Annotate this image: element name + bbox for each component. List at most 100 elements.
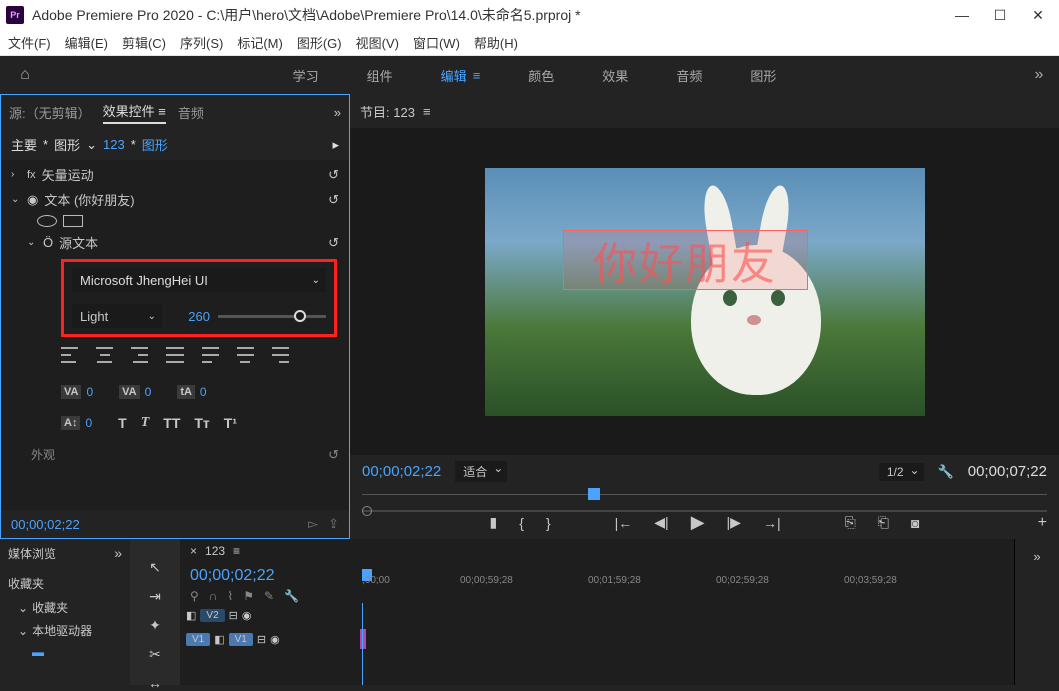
menu-window[interactable]: 窗口(W) xyxy=(413,33,460,52)
font-size-slider[interactable] xyxy=(218,315,326,318)
source-v1-label[interactable]: V1 xyxy=(186,633,210,646)
kerning-value[interactable]: 0 xyxy=(145,385,152,399)
track-v1-label[interactable]: V1 xyxy=(229,633,253,646)
program-scrubber[interactable] xyxy=(362,488,1047,502)
program-canvas[interactable]: 你好朋友 xyxy=(485,168,925,416)
snap-icon[interactable]: ⚲ xyxy=(190,589,199,603)
align-justify-last-right-button[interactable] xyxy=(272,347,289,363)
extract-button[interactable]: ⎗ xyxy=(878,514,889,531)
step-back-button[interactable]: ◀| xyxy=(654,514,668,531)
align-justify-button[interactable] xyxy=(166,347,183,363)
menu-edit[interactable]: 编辑(E) xyxy=(65,33,108,52)
allcaps-button[interactable]: TT xyxy=(163,415,180,431)
marker-icon[interactable]: ⚑ xyxy=(243,589,254,603)
button-editor[interactable]: + xyxy=(1038,514,1047,532)
menu-clip[interactable]: 剪辑(C) xyxy=(122,33,166,52)
twirl-down-icon[interactable]: ⌄ xyxy=(27,237,37,248)
resolution-select[interactable]: 1/2 xyxy=(879,463,924,481)
minimize-button[interactable]: — xyxy=(955,7,969,24)
tracking-value[interactable]: 0 xyxy=(86,385,93,399)
workspace-assembly[interactable]: 组件 xyxy=(367,66,393,85)
font-weight-select[interactable]: Light ⌄ xyxy=(72,304,162,328)
lift-button[interactable]: ⎘ xyxy=(845,514,856,531)
mask-rect-icon[interactable] xyxy=(63,215,83,227)
menu-markers[interactable]: 标记(M) xyxy=(237,33,283,52)
home-button[interactable]: ⌂ xyxy=(0,66,50,84)
fx-badge-icon[interactable]: fx xyxy=(27,169,36,181)
add-marker-button[interactable]: ▮ xyxy=(490,514,498,531)
align-justify-last-left-button[interactable] xyxy=(202,347,219,363)
track-v2-label[interactable]: V2 xyxy=(200,609,224,622)
close-button[interactable]: ✕ xyxy=(1031,7,1045,24)
workspace-editing[interactable]: 编辑≡ xyxy=(441,66,481,85)
stopwatch-icon[interactable]: Ö xyxy=(43,235,53,250)
tab-effect-controls[interactable]: 效果控件 ≡ xyxy=(103,101,166,124)
panel-menu-icon[interactable]: ≡ xyxy=(233,544,240,558)
slip-tool[interactable]: ↔ xyxy=(145,675,165,691)
export-frame-button[interactable]: ◙ xyxy=(911,515,919,531)
panel-overflow[interactable]: » xyxy=(114,545,122,561)
eye-icon[interactable]: ◉ xyxy=(27,192,38,208)
workspace-effects[interactable]: 效果 xyxy=(602,66,628,85)
tab-source[interactable]: 源:（无剪辑） xyxy=(9,103,91,122)
panel-menu-icon[interactable]: ≡ xyxy=(423,104,431,119)
mark-in-button[interactable]: { xyxy=(519,515,524,531)
track-toggle-icon[interactable]: ◧ xyxy=(214,633,224,646)
program-current-timecode[interactable]: 00;00;02;22 xyxy=(362,463,441,480)
local-drives-item[interactable]: ⌄本地驱动器 xyxy=(8,619,122,642)
timeline-content[interactable] xyxy=(360,603,1014,685)
superscript-button[interactable]: T¹ xyxy=(224,415,237,431)
effect-controls-timecode[interactable]: 00;00;02;22 xyxy=(11,517,80,532)
sequence-tab[interactable]: 123 xyxy=(205,544,225,558)
chevron-down-icon[interactable]: ⌄ xyxy=(86,137,97,153)
font-family-select[interactable]: Microsoft JhengHei UI ⌄ xyxy=(72,268,326,292)
mark-out-button[interactable]: } xyxy=(546,515,551,531)
menu-file[interactable]: 文件(F) xyxy=(8,33,51,52)
wrench-icon[interactable]: 🔧 xyxy=(284,589,299,603)
selection-tool[interactable]: ↖ xyxy=(145,559,165,576)
tab-audio[interactable]: 音频 xyxy=(178,103,204,122)
timeline-ruler[interactable]: ;00;00 00;00;59;28 00;01;59;28 00;02;59;… xyxy=(360,563,1014,603)
workspace-audio[interactable]: 音频 xyxy=(676,66,702,85)
align-left-button[interactable] xyxy=(61,347,78,363)
track-toggle-icon[interactable]: ◧ xyxy=(186,609,196,622)
reset-icon[interactable]: ↺ xyxy=(328,167,339,183)
playhead-icon[interactable] xyxy=(588,488,600,500)
reset-icon[interactable]: ↺ xyxy=(328,192,339,208)
eye-icon[interactable]: ◉ xyxy=(270,633,280,646)
align-center-button[interactable] xyxy=(96,347,113,363)
ripple-edit-tool[interactable]: ✦ xyxy=(145,617,165,634)
maximize-button[interactable]: ☐ xyxy=(993,7,1007,24)
zoom-fit-select[interactable]: 适合 xyxy=(455,461,507,482)
tab-media-browser[interactable]: 媒体浏览 xyxy=(8,545,56,562)
twirl-down-icon[interactable]: ⌄ xyxy=(11,194,21,205)
close-tab-icon[interactable]: × xyxy=(190,544,197,558)
workspace-graphics[interactable]: 图形 xyxy=(750,66,776,85)
clip-graphic[interactable] xyxy=(360,629,366,649)
track-select-tool[interactable]: ⇥ xyxy=(145,588,165,605)
play-button[interactable]: ▶ xyxy=(691,512,705,533)
twirl-icon[interactable]: › xyxy=(11,169,21,180)
breadcrumb-arrow-icon[interactable]: ▸ xyxy=(332,137,339,153)
workspace-learn[interactable]: 学习 xyxy=(293,66,319,85)
smallcaps-button[interactable]: Tᴛ xyxy=(194,415,209,431)
lock-icon[interactable]: ⊟ xyxy=(257,633,266,646)
tsume-value[interactable]: 0 xyxy=(200,385,207,399)
menu-graphics[interactable]: 图形(G) xyxy=(297,33,342,52)
breadcrumb-seq[interactable]: 123 xyxy=(103,137,125,152)
align-justify-last-center-button[interactable] xyxy=(237,347,254,363)
timeline-timecode[interactable]: 00;00;02;22 xyxy=(190,567,350,585)
settings-icon[interactable]: ✎ xyxy=(264,589,274,603)
reset-icon[interactable]: ↺ xyxy=(328,447,339,463)
panel-overflow[interactable]: » xyxy=(1033,549,1040,685)
leading-value[interactable]: 0 xyxy=(85,416,92,430)
workspace-color[interactable]: 颜色 xyxy=(528,66,554,85)
magnet-icon[interactable]: ∩ xyxy=(209,589,218,603)
bold-button[interactable]: T xyxy=(118,415,127,431)
go-to-out-button[interactable]: →| xyxy=(763,515,781,531)
breadcrumb-graphic2[interactable]: 图形 xyxy=(142,135,168,154)
slider-thumb[interactable] xyxy=(294,310,306,322)
reset-icon[interactable]: ↺ xyxy=(328,235,339,251)
menu-sequence[interactable]: 序列(S) xyxy=(180,33,223,52)
text-layer-label[interactable]: 文本 (你好朋友) xyxy=(44,190,134,209)
